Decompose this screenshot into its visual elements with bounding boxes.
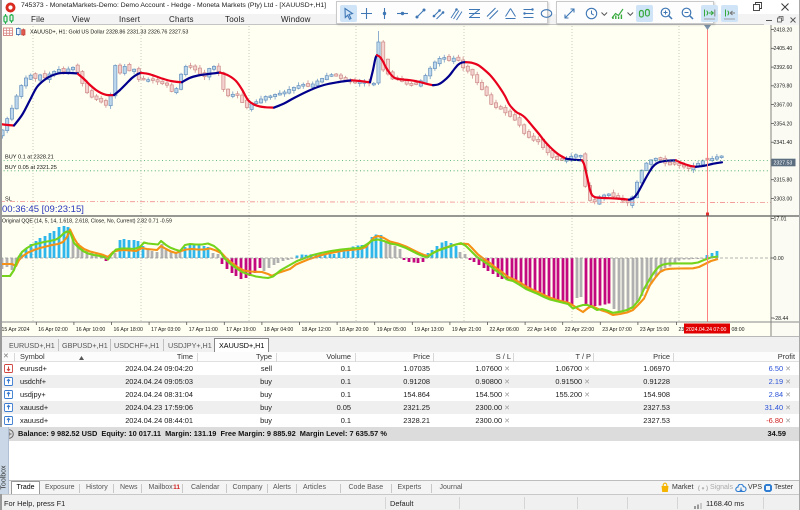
svg-text:2315.80: 2315.80 <box>774 178 793 184</box>
svg-text:22 Apr 22:00: 22 Apr 22:00 <box>565 327 595 333</box>
svg-text:2405.40: 2405.40 <box>774 46 793 52</box>
svg-text:19 Apr 13:00: 19 Apr 13:00 <box>414 327 444 333</box>
svg-text:2354.20: 2354.20 <box>774 121 793 127</box>
svg-text:2024.04.24 07:00: 2024.04.24 07:00 <box>686 327 727 333</box>
svg-text:16 Apr 18:00: 16 Apr 18:00 <box>114 327 144 333</box>
svg-text:Original QQE (14, 5, 14, 1.618: Original QQE (14, 5, 14, 1.618, 2.618, C… <box>2 219 172 225</box>
svg-text:08:00: 08:00 <box>732 327 745 333</box>
svg-text:22 Apr 14:00: 22 Apr 14:00 <box>527 327 557 333</box>
svg-text:2367.00: 2367.00 <box>774 103 793 109</box>
svg-text:XAUUSD+, H1: Gold US Dollar: XAUUSD+, H1: Gold US Dollar 2328.86 2331… <box>30 30 188 36</box>
svg-text:18 Apr 20:00: 18 Apr 20:00 <box>339 327 369 333</box>
svg-text:BUY 0.05 at 2321.25: BUY 0.05 at 2321.25 <box>5 165 57 171</box>
svg-text:17.01: 17.01 <box>774 216 787 222</box>
svg-text:17 Apr 19:00: 17 Apr 19:00 <box>226 327 256 333</box>
svg-text:2303.00: 2303.00 <box>774 196 793 202</box>
svg-text:23 Apr 15:00: 23 Apr 15:00 <box>640 327 670 333</box>
svg-text:BUY 0.1 at 2328.21: BUY 0.1 at 2328.21 <box>5 155 54 161</box>
svg-text:16 Apr 10:00: 16 Apr 10:00 <box>76 327 106 333</box>
svg-text:23 Apr 07:00: 23 Apr 07:00 <box>602 327 632 333</box>
svg-text:17 Apr 11:00: 17 Apr 11:00 <box>189 327 218 333</box>
svg-text:2392.60: 2392.60 <box>774 65 793 71</box>
svg-text:19 Apr 05:00: 19 Apr 05:00 <box>377 327 407 333</box>
svg-text:2341.40: 2341.40 <box>774 140 793 146</box>
svg-text:17 Apr 03:00: 17 Apr 03:00 <box>151 327 181 333</box>
svg-text:00:36:45 [09:23:15]: 00:36:45 [09:23:15] <box>2 204 84 215</box>
svg-text:2379.80: 2379.80 <box>774 84 793 90</box>
svg-text:0.00: 0.00 <box>774 256 784 262</box>
svg-text:18 Apr 04:00: 18 Apr 04:00 <box>264 327 294 333</box>
svg-text:15 Apr 2024: 15 Apr 2024 <box>2 327 30 333</box>
svg-text:-28.44: -28.44 <box>774 316 789 322</box>
svg-text:18 Apr 12:00: 18 Apr 12:00 <box>302 327 332 333</box>
svg-text:SL: SL <box>5 197 12 203</box>
svg-text:2418.20: 2418.20 <box>774 27 793 33</box>
svg-text:2327.53: 2327.53 <box>774 161 793 167</box>
svg-text:16 Apr 02:00: 16 Apr 02:00 <box>38 327 68 333</box>
svg-text:22 Apr 06:00: 22 Apr 06:00 <box>490 327 520 333</box>
svg-text:19 Apr 21:00: 19 Apr 21:00 <box>452 327 482 333</box>
